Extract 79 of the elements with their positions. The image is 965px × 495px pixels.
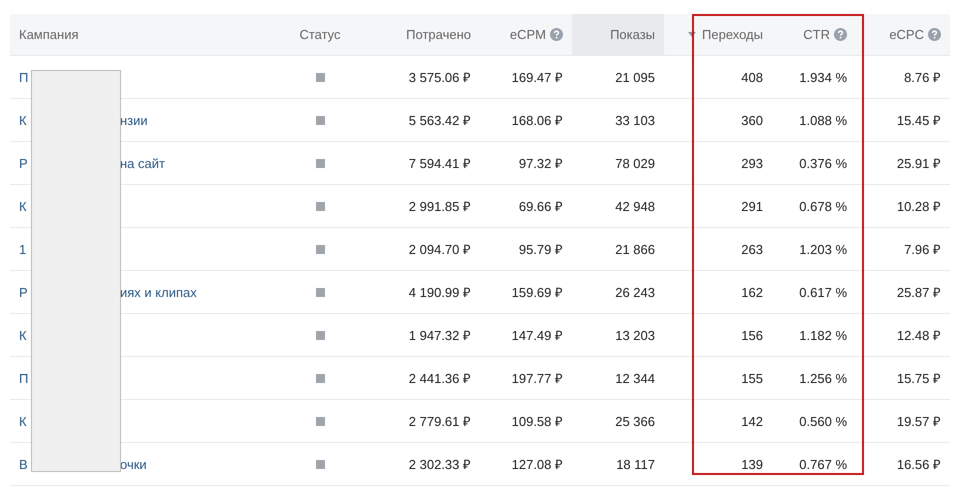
table-cell: 162 [741, 284, 763, 300]
table-cell: 12 344 [615, 370, 655, 386]
table-cell-text: 97.32 ₽ [518, 155, 563, 172]
table-cell: 408 [741, 70, 763, 84]
campaign-link[interactable]: очки [120, 456, 147, 472]
campaign-link[interactable]: иях и клипах [120, 284, 197, 300]
campaign-link[interactable]: К [19, 328, 27, 342]
table-cell-text: 12.48 ₽ [896, 327, 941, 344]
table-cell-text: 168.06 ₽ [512, 112, 563, 129]
table-cell-text: 2 094.70 ₽ [408, 241, 471, 258]
table-cell-text: 4 190.99 ₽ [408, 284, 471, 301]
table-cell-text: 7 594.41 ₽ [408, 155, 471, 172]
table-cell-text: 19.57 ₽ [896, 413, 941, 430]
table-cell: 1.934 % [799, 70, 847, 84]
table-cell: 21 095 [615, 70, 655, 84]
table-cell: 360 [741, 112, 763, 128]
table-cell: 42 948 [615, 198, 655, 214]
table-cell: 291 [741, 198, 763, 214]
table-cell-text: 127.08 ₽ [512, 456, 563, 473]
table-cell: 155 [741, 370, 763, 386]
sort-caret-icon[interactable] [688, 32, 696, 37]
campaign-link[interactable]: К [19, 414, 27, 428]
table-cell: 0.678 % [799, 198, 847, 214]
table-cell-text: 2 302.33 ₽ [408, 456, 471, 473]
campaign-link[interactable]: Р [19, 156, 28, 170]
table-cell: 0.560 % [799, 414, 847, 428]
table-cell: 25 366 [615, 414, 655, 428]
table-cell: 33 103 [615, 112, 655, 128]
campaign-link[interactable]: 1 [19, 242, 26, 256]
table-cell: 142 [741, 414, 763, 428]
table-cell: 1.088 % [799, 112, 847, 128]
campaign-link[interactable]: В [19, 456, 28, 472]
table-cell: 0.376 % [799, 156, 847, 170]
help-icon[interactable] [928, 28, 941, 41]
table-cell-text: 1 947.32 ₽ [408, 327, 471, 344]
table-cell-text: 16.56 ₽ [896, 456, 941, 473]
table-cell: 0.767 % [799, 456, 847, 472]
table-cell: 1.256 % [799, 370, 847, 386]
table-cell-text: 8.76 ₽ [904, 69, 941, 86]
campaign-link[interactable]: К [19, 112, 27, 128]
table-cell: 26 243 [615, 284, 655, 300]
table-cell-text: 2 779.61 ₽ [408, 413, 471, 430]
table-cell-text: 159.69 ₽ [512, 284, 563, 301]
table-cell-text: 2 441.36 ₽ [408, 370, 471, 387]
table-cell-text: 7.96 ₽ [904, 241, 941, 258]
table-cell: 13 203 [615, 328, 655, 342]
table-cell-text: 15.75 ₽ [896, 370, 941, 387]
campaign-link[interactable]: нзии [120, 112, 148, 128]
table-cell-text: 5 563.42 ₽ [408, 112, 471, 129]
table-cell: 139 [741, 456, 763, 472]
help-icon[interactable] [550, 28, 563, 41]
table-cell-text: 3 575.06 ₽ [408, 69, 471, 86]
campaign-link[interactable]: на сайт [120, 156, 165, 170]
table-cell: 0.617 % [799, 284, 847, 300]
help-icon[interactable] [834, 28, 847, 41]
table-cell-text: 25.87 ₽ [896, 284, 941, 301]
table-cell: 293 [741, 156, 763, 170]
table-cell-text: 197.77 ₽ [512, 370, 563, 387]
campaign-link[interactable]: Р [19, 284, 28, 300]
table-cell-text: 109.58 ₽ [512, 413, 563, 430]
campaign-link[interactable]: П [19, 370, 28, 386]
table-cell: 78 029 [615, 156, 655, 170]
table-cell: 1.182 % [799, 328, 847, 342]
table-cell-text: 169.47 ₽ [512, 69, 563, 86]
table-cell-text: 147.49 ₽ [512, 327, 563, 344]
table-cell-text: 69.66 ₽ [518, 198, 563, 215]
table-cell: 1.203 % [799, 242, 847, 256]
table-cell-text: 10.28 ₽ [896, 198, 941, 215]
campaign-link[interactable]: П [19, 70, 28, 84]
table-cell-text: 25.91 ₽ [896, 155, 941, 172]
table-cell-text: 95.79 ₽ [518, 241, 563, 258]
table-cell: 21 866 [615, 242, 655, 256]
campaign-link[interactable]: К [19, 198, 27, 214]
column-header[interactable]: Показы [572, 14, 664, 55]
table-cell: 156 [741, 328, 763, 342]
table-cell-text: 2 991.85 ₽ [408, 198, 471, 215]
table-cell: 18 117 [616, 456, 655, 472]
table-cell-text: 15.45 ₽ [896, 112, 941, 129]
table-cell: 263 [741, 242, 763, 256]
